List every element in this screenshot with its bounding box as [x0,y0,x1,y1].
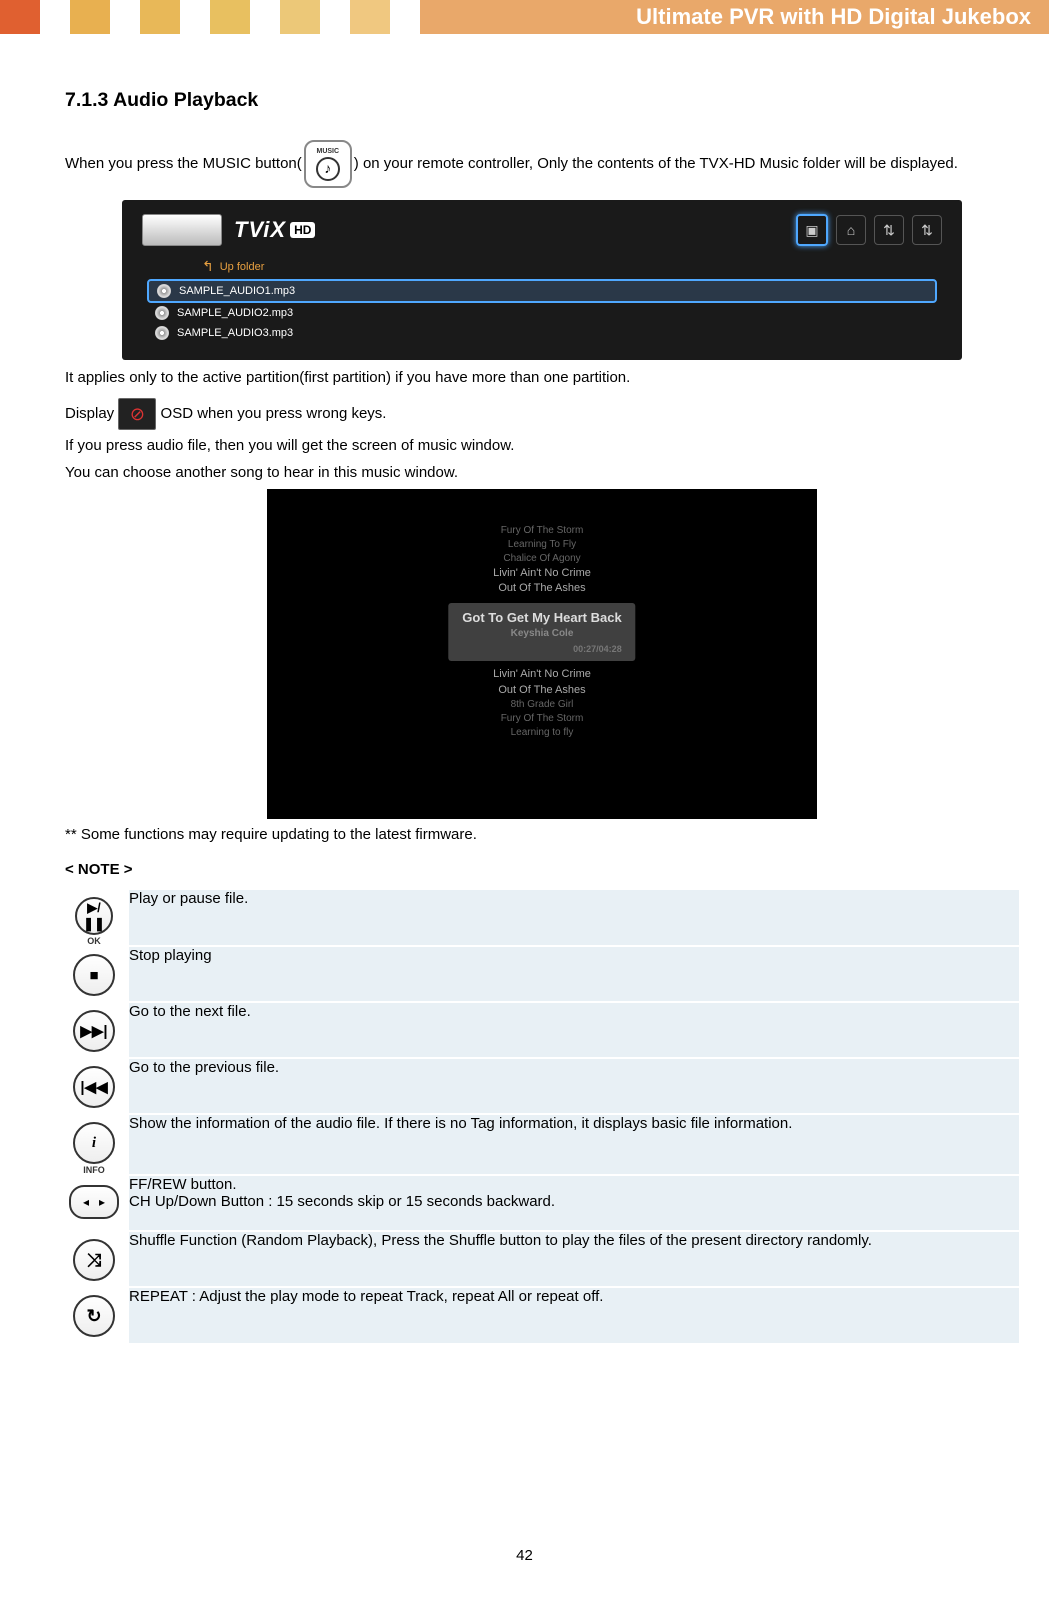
button-table: ▶/❚❚OK Play or pause file. ■ Stop playin… [65,888,1019,1343]
section-heading: 7.1.3 Audio Playback [65,89,1019,112]
repeat-desc: REPEAT : Adjust the play mode to repeat … [126,1287,1019,1343]
source-icon-active: ▣ [796,214,828,246]
track: Fury Of The Storm [448,524,635,538]
source-icon: ⇅ [912,215,942,245]
prev-desc: Go to the previous file. [126,1058,1019,1114]
page-header: Ultimate PVR with HD Digital Jukebox [420,0,1049,34]
osd-paragraph: Display ⊘ OSD when you press wrong keys. [65,398,1019,430]
text: Display [65,405,118,422]
text: When you press the MUSIC button( [65,155,302,172]
current-track: Got To Get My Heart Back Keyshia Cole 00… [448,603,635,662]
stripe [210,0,250,34]
stripe [140,0,180,34]
next-button-icon: ▶▶| [73,1010,115,1052]
audio-row-selected: SAMPLE_AUDIO1.mp3 [147,279,937,303]
play-desc: Play or pause file. [126,889,1019,946]
music-window-note: If you press audio file, then you will g… [65,436,1019,456]
prev-button-icon: |◀◀ [73,1066,115,1108]
track: Livin' Ain't No Crime [448,566,635,581]
tvix-screenshot: TViX HD ▣ ⌂ ⇅ ⇅ Up folder SAMPLE_AUDIO1.… [122,200,962,360]
header-stripes: Ultimate PVR with HD Digital Jukebox [0,0,1049,34]
firmware-note: ** Some functions may require updating t… [65,825,1019,845]
choose-song-note: You can choose another song to hear in t… [65,463,1019,483]
wrong-key-icon: ⊘ [118,398,156,430]
ffrew-desc: FF/REW button. CH Up/Down Button : 15 se… [126,1175,1019,1231]
ok-label: OK [65,936,123,946]
source-icon: ⇅ [874,215,904,245]
info-desc: Show the information of the audio file. … [126,1114,1019,1175]
track: Livin' Ain't No Crime [448,667,635,682]
track: Out Of The Ashes [448,683,635,698]
filename: SAMPLE_AUDIO2.mp3 [177,307,293,319]
next-desc: Go to the next file. [126,1002,1019,1058]
shuffle-button-icon: ⤨ [73,1239,115,1281]
hd-badge: HD [290,222,315,238]
filename: SAMPLE_AUDIO3.mp3 [177,327,293,339]
intro-paragraph: When you press the MUSIC button(MUSIC♪) … [65,140,1019,188]
audio-row: SAMPLE_AUDIO3.mp3 [147,323,937,343]
info-label: INFO [65,1165,123,1175]
playback-time: 00:27/04:28 [462,643,621,656]
track: Chalice Of Agony [448,552,635,566]
current-track-artist: Keyshia Cole [462,627,621,641]
audio-row: SAMPLE_AUDIO2.mp3 [147,303,937,323]
stop-desc: Stop playing [126,946,1019,1002]
filename: SAMPLE_AUDIO1.mp3 [179,285,295,297]
music-button-icon: MUSIC♪ [304,140,352,188]
stripe [0,0,40,34]
page-number: 42 [0,1547,1049,1564]
cd-icon [157,284,171,298]
ffrew-button-icon: ◂▸ [69,1185,119,1219]
stripe [280,0,320,34]
play-pause-button-icon: ▶/❚❚ [75,897,113,935]
source-icon: ⌂ [836,215,866,245]
partition-note: It applies only to the active partition(… [65,368,1019,388]
track: Fury Of The Storm [448,712,635,726]
music-icon-label: MUSIC [317,147,340,156]
tvix-logo: TViX [234,217,286,243]
stripe [350,0,390,34]
text: ) on your remote controller, Only the co… [354,155,958,172]
track: Learning to fly [448,726,635,740]
hdd-icon [142,214,222,246]
music-player-screenshot: Fury Of The Storm Learning To Fly Chalic… [267,489,817,819]
shuffle-desc: Shuffle Function (Random Playback), Pres… [126,1231,1019,1287]
text: OSD when you press wrong keys. [156,405,386,422]
cd-icon [155,326,169,340]
note-icon: ♪ [316,157,340,181]
stripe [70,0,110,34]
info-button-icon: i [73,1122,115,1164]
repeat-button-icon: ↻ [73,1295,115,1337]
up-folder: Up folder [202,258,962,275]
note-heading: < NOTE > [65,861,1019,878]
cd-icon [155,306,169,320]
current-track-title: Got To Get My Heart Back [462,609,621,627]
stop-button-icon: ■ [73,954,115,996]
track: Out Of The Ashes [448,581,635,596]
track: Learning To Fly [448,538,635,552]
track: 8th Grade Girl [448,698,635,712]
